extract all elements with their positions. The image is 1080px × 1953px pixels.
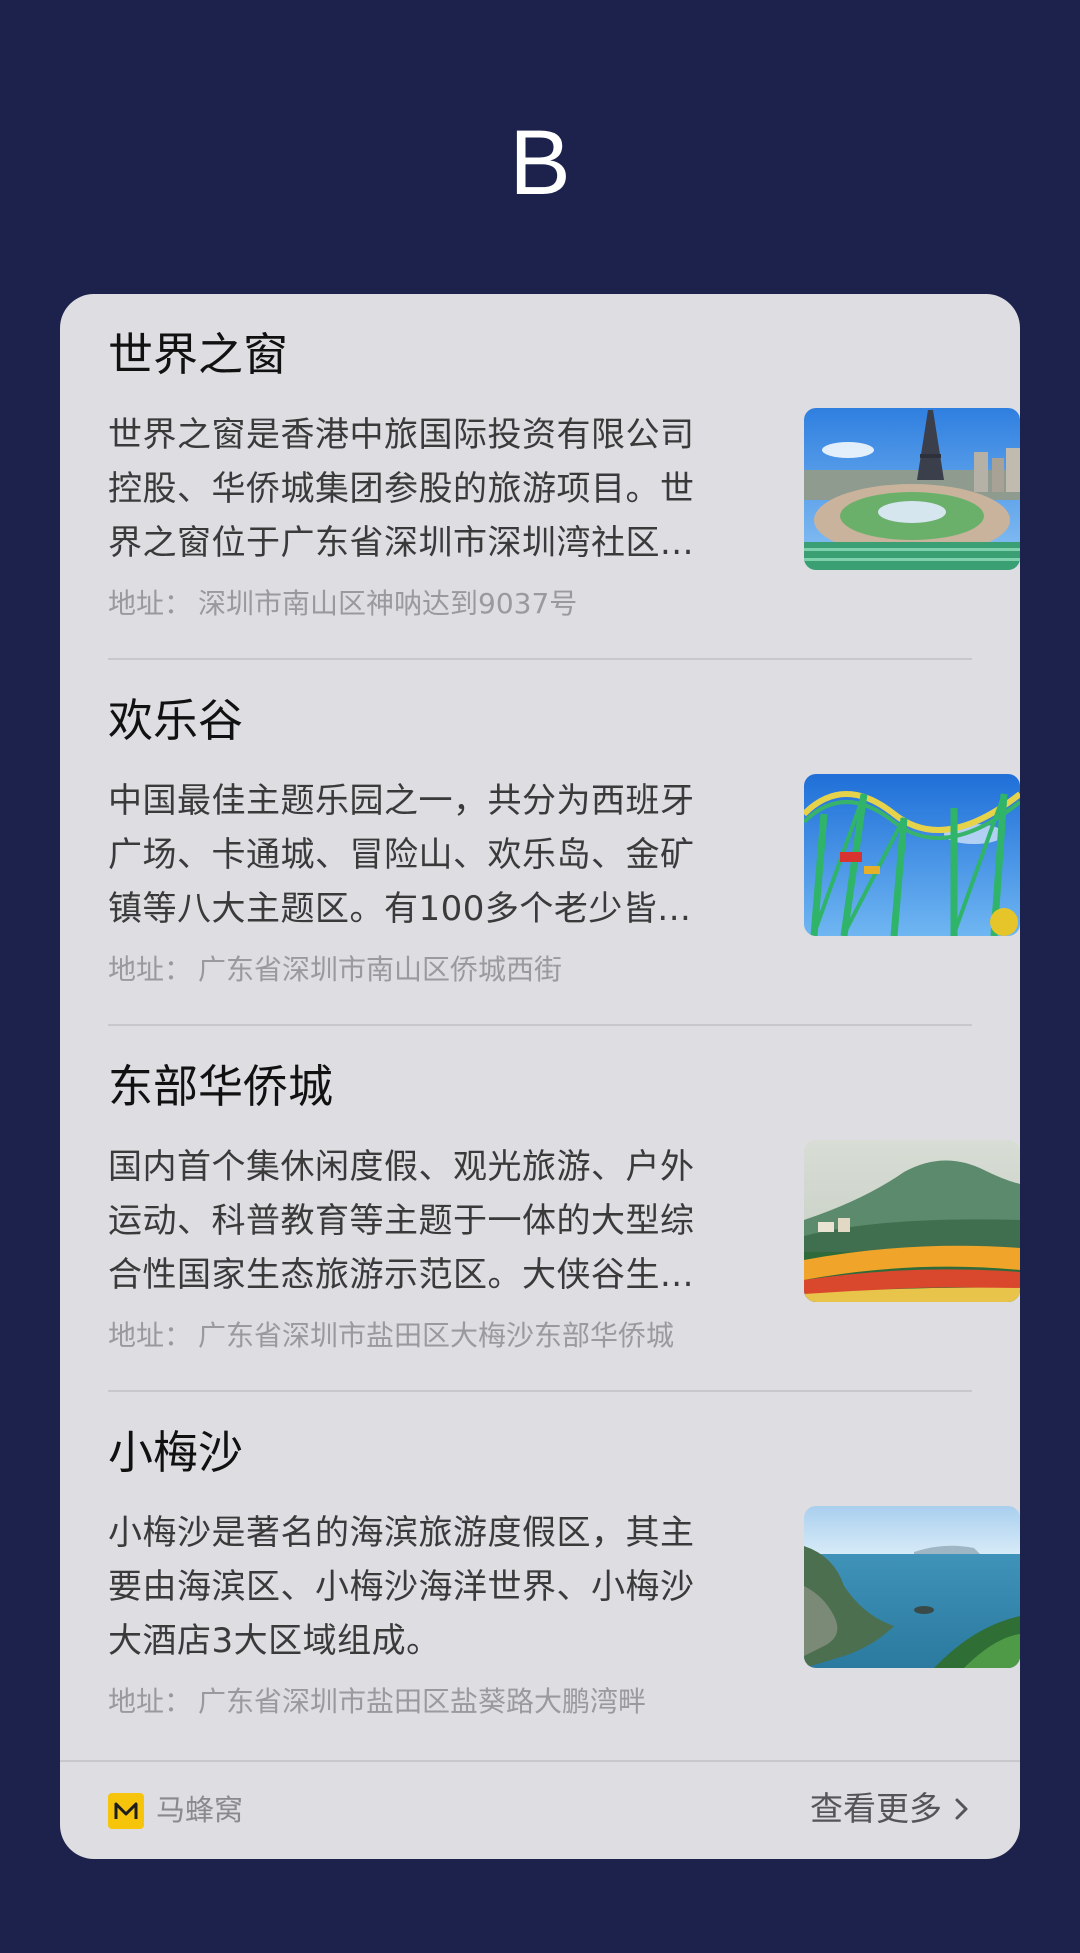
address-label: 地址： (108, 1685, 193, 1718)
attractions-card: 世界之窗 世界之窗是香港中旅国际投资有限公司控股、华侨城集团参股的旅游项目。世界… (60, 294, 1020, 1859)
list-item-window-of-the-world[interactable]: 世界之窗 世界之窗是香港中旅国际投资有限公司控股、华侨城集团参股的旅游项目。世界… (108, 294, 1020, 660)
address-label: 地址： (108, 1319, 193, 1352)
card-footer: 马蜂窝 查看更多 (60, 1760, 1020, 1859)
mafengwo-logo-icon (108, 1793, 144, 1829)
attraction-title: 世界之窗 (108, 328, 289, 381)
address-label: 地址： (108, 587, 193, 620)
address-value: 深圳市南山区神呐达到9037号 (198, 587, 578, 620)
attraction-address: 地址： 广东省深圳市南山区侨城西街 (108, 952, 748, 988)
attraction-description: 世界之窗是香港中旅国际投资有限公司控股、华侨城集团参股的旅游项目。世界之窗位于广… (108, 415, 695, 563)
seaside-coast-photo (804, 1506, 1020, 1668)
view-more-link[interactable]: 查看更多 (810, 1784, 972, 1834)
attraction-address: 地址： 深圳市南山区神呐达到9037号 (108, 586, 748, 622)
attraction-title: 欢乐谷 (108, 694, 244, 747)
address-value: 广东省深圳市盐田区盐葵路大鹏湾畔 (198, 1685, 647, 1718)
attraction-title: 东部华侨城 (108, 1060, 334, 1113)
list-item-xiaomeisha[interactable]: 小梅沙 小梅沙是著名的海滨旅游度假区，其主要由海滨区、小梅沙海洋世界、小梅沙大酒… (108, 1392, 1020, 1758)
attraction-description: 小梅沙是著名的海滨旅游度假区，其主要由海滨区、小梅沙海洋世界、小梅沙大酒店3大区… (108, 1513, 695, 1661)
mountain-flowers-photo (804, 1140, 1020, 1302)
attraction-description: 国内首个集休闲度假、观光旅游、户外运动、科普教育等主题于一体的大型综合性国家生态… (108, 1147, 695, 1295)
list-item-happy-valley[interactable]: 欢乐谷 中国最佳主题乐园之一，共分为西班牙广场、卡通城、冒险山、欢乐岛、金矿镇等… (108, 660, 1020, 1026)
attraction-address: 地址： 广东省深圳市盐田区大梅沙东部华侨城 (108, 1318, 748, 1354)
eiffel-tower-park-photo (804, 408, 1020, 570)
list-item-oct-east[interactable]: 东部华侨城 国内首个集休闲度假、观光旅游、户外运动、科普教育等主题于一体的大型综… (108, 1026, 1020, 1392)
address-label: 地址： (108, 953, 193, 986)
chevron-right-icon (955, 1798, 968, 1820)
attraction-address: 地址： 广东省深圳市盐田区盐葵路大鹏湾畔 (108, 1684, 748, 1720)
address-value: 广东省深圳市南山区侨城西街 (198, 953, 563, 986)
attraction-title: 小梅沙 (108, 1426, 244, 1479)
roller-coaster-photo (804, 774, 1020, 936)
address-value: 广东省深圳市盐田区大梅沙东部华侨城 (198, 1319, 675, 1352)
view-more-label: 查看更多 (810, 1789, 942, 1828)
attraction-description: 中国最佳主题乐园之一，共分为西班牙广场、卡通城、冒险山、欢乐岛、金矿镇等八大主题… (108, 781, 695, 929)
brand-name: 马蜂窝 (156, 1793, 244, 1827)
header-letter: B (509, 112, 571, 214)
